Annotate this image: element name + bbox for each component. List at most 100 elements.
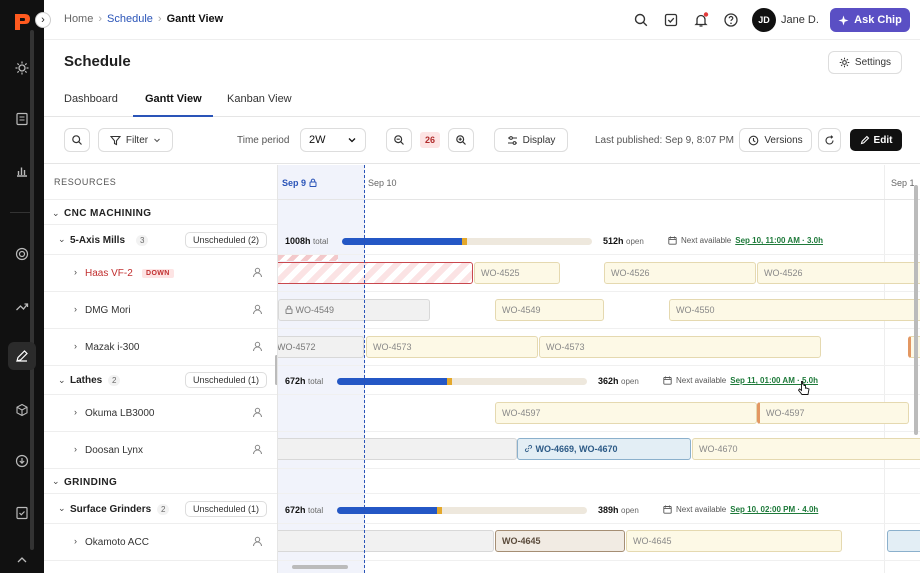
work-order-bar[interactable]: WO-4670 <box>692 438 920 460</box>
person-icon[interactable] <box>252 304 263 315</box>
capacity-row-lathes: 672h total 362h open Next available Sep 1… <box>278 366 920 395</box>
timeline-header: Sep 9 Sep 10 Sep 1 <box>278 165 920 200</box>
user-name[interactable]: Jane D. <box>781 14 819 26</box>
group-row-cnc[interactable]: ⌄ CNC MACHINING <box>44 200 277 225</box>
work-order-bar[interactable]: WO-4573 <box>539 336 821 358</box>
unscheduled-button[interactable]: Unscheduled (1) <box>184 501 267 517</box>
person-icon[interactable] <box>252 267 263 278</box>
help-icon[interactable] <box>722 11 740 29</box>
zoom-level-badge: 26 <box>420 132 440 148</box>
work-order-bar[interactable] <box>278 438 517 460</box>
breadcrumb-home[interactable]: Home <box>64 13 93 25</box>
tab-kanban-view[interactable]: Kanban View <box>227 93 292 105</box>
app-logo-icon[interactable] <box>12 12 32 32</box>
versions-button[interactable]: Versions <box>739 128 812 152</box>
download-icon[interactable] <box>8 447 36 475</box>
sliders-icon <box>507 135 517 145</box>
tab-gantt-view[interactable]: Gantt View <box>145 93 202 105</box>
app-rail: › <box>0 0 51 574</box>
gantt-row-okamoto: WO-4645 WO-4645 <box>278 524 920 561</box>
trend-icon[interactable] <box>8 292 36 320</box>
time-period-value: 2W <box>309 134 326 146</box>
search-icon[interactable] <box>632 11 650 29</box>
work-order-bar[interactable]: WO-4597 <box>495 402 757 424</box>
zoom-in-icon <box>456 135 466 145</box>
work-order-bar[interactable]: WO-4573 <box>366 336 538 358</box>
resource-row-haas[interactable]: › Haas VF-2 DOWN <box>44 255 277 292</box>
work-order-bar[interactable]: WO-4597 <box>757 402 909 424</box>
chevron-right-icon: › <box>74 304 77 314</box>
person-icon[interactable] <box>252 536 263 547</box>
capacity-summary: 672h total 362h open Next available Sep 1… <box>278 376 920 386</box>
unscheduled-button[interactable]: Unscheduled (2) <box>184 232 267 248</box>
last-published: Last published: Sep 9, 8:07 PM <box>595 135 734 146</box>
work-order-bar[interactable] <box>887 530 920 552</box>
checklist-icon[interactable] <box>8 499 36 527</box>
work-order-bar[interactable]: WO-4645 <box>495 530 625 552</box>
downtime-block[interactable] <box>278 262 473 284</box>
resource-count-badge: 2 <box>157 504 170 515</box>
work-order-bar[interactable]: WO-4526 <box>604 262 756 284</box>
filter-label: Filter <box>125 134 149 146</box>
group-row-grinding[interactable]: ⌄ GRINDING <box>44 469 277 494</box>
settings-button[interactable]: Settings <box>828 51 902 74</box>
gear-icon <box>839 57 850 68</box>
work-order-bar[interactable]: WO-4525 <box>474 262 560 284</box>
work-order-bar[interactable]: WO-4549 <box>278 299 430 321</box>
filter-button[interactable]: Filter <box>98 128 173 152</box>
collapse-sidebar-icon[interactable]: › <box>35 12 51 28</box>
gantt-scrollbar[interactable] <box>914 185 918 435</box>
resource-group-five-axis[interactable]: ⌄ 5-Axis Mills 3 Unscheduled (2) <box>44 225 277 255</box>
timeline-scrollbar[interactable] <box>292 565 348 569</box>
chevron-right-icon: › <box>74 536 77 546</box>
cursor-icon <box>798 381 810 395</box>
resource-row-okamoto[interactable]: › Okamoto ACC <box>44 524 277 561</box>
resource-row-dmg[interactable]: › DMG Mori <box>44 292 277 329</box>
notification-bell-icon[interactable] <box>692 11 710 29</box>
work-order-bar[interactable]: WO-4669, WO-4670 <box>517 438 691 460</box>
avatar[interactable]: JD <box>752 8 776 32</box>
target-icon[interactable] <box>8 240 36 268</box>
ask-chip-button[interactable]: Ask Chip <box>830 8 910 32</box>
zoom-out-button[interactable] <box>386 128 412 152</box>
settings-label: Settings <box>854 57 892 68</box>
next-available-link[interactable]: Sep 10, 02:00 PM · 4.0h <box>730 505 818 514</box>
resource-row-okuma[interactable]: › Okuma LB3000 <box>44 395 277 432</box>
work-order-bar[interactable]: WO-4550 <box>669 299 920 321</box>
resource-group-surface[interactable]: ⌄ Surface Grinders 2 Unscheduled (1) <box>44 494 277 524</box>
edit-button[interactable]: Edit <box>850 129 902 151</box>
resource-row-mazak[interactable]: › Mazak i-300 <box>44 329 277 366</box>
time-period-select[interactable]: 2W <box>300 128 366 152</box>
task-check-icon[interactable] <box>662 11 680 29</box>
person-icon[interactable] <box>252 407 263 418</box>
resource-row-doosan[interactable]: › Doosan Lynx <box>44 432 277 469</box>
refresh-button[interactable] <box>818 128 841 152</box>
bar-chart-icon[interactable] <box>8 157 36 185</box>
work-order-bar[interactable]: WO-4572 <box>278 336 364 358</box>
work-order-bar[interactable]: WO-4645 <box>626 530 842 552</box>
search-button[interactable] <box>64 128 90 152</box>
rail-divider <box>10 212 34 213</box>
pencil-icon[interactable] <box>8 342 36 370</box>
work-order-bar[interactable]: WO-4549 <box>495 299 604 321</box>
edit-label: Edit <box>873 134 893 146</box>
work-order-bar[interactable] <box>278 530 494 552</box>
work-order-bar[interactable]: WO-4526 <box>757 262 920 284</box>
zoom-in-button[interactable] <box>448 128 474 152</box>
active-tab-indicator <box>133 115 213 117</box>
person-icon[interactable] <box>252 444 263 455</box>
downtime-hatch <box>278 255 338 261</box>
next-available-link[interactable]: Sep 10, 11:00 AM · 3.0h <box>735 236 823 245</box>
person-icon[interactable] <box>252 341 263 352</box>
chevron-down-icon: ⌄ <box>58 234 66 244</box>
sun-icon[interactable] <box>8 54 36 82</box>
resource-group-lathes[interactable]: ⌄ Lathes 2 Unscheduled (1) <box>44 366 277 395</box>
display-button[interactable]: Display <box>494 128 568 152</box>
document-icon[interactable] <box>8 105 36 133</box>
capacity-warning <box>447 378 452 385</box>
breadcrumb-schedule[interactable]: Schedule <box>107 13 153 25</box>
tab-dashboard[interactable]: Dashboard <box>64 93 118 105</box>
cube-icon[interactable] <box>8 396 36 424</box>
unscheduled-button[interactable]: Unscheduled (1) <box>184 372 267 388</box>
chevron-up-icon[interactable] <box>8 546 36 574</box>
